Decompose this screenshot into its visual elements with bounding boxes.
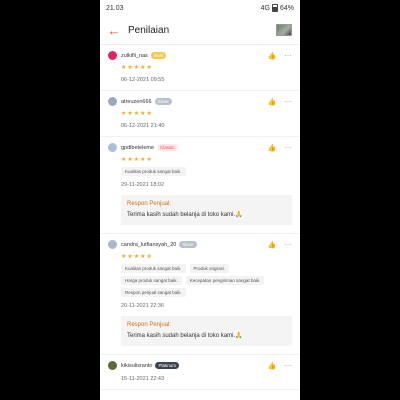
reviewer-name: zulkifli_nas (121, 52, 148, 59)
reviewer-name: atreuzen666 (121, 98, 152, 105)
like-icon[interactable]: 👍 (268, 52, 277, 60)
review-date: 20-11-2021 22:36 (121, 303, 165, 309)
app-header: ← Penilaian (100, 16, 300, 45)
member-badge: Silver (179, 241, 197, 248)
review-tag: Kualitas produk sangat baik. (121, 167, 186, 176)
battery-icon (271, 4, 278, 12)
seller-response-text: Terima kasih sudah belanja di toko kami.… (127, 212, 243, 218)
review-date: 06-12-2021 09:55 (121, 77, 165, 83)
network-indicator: 4G (260, 4, 270, 12)
avatar (108, 97, 117, 106)
review-tags: Kualitas produk sangat baik. Produk origi… (121, 264, 292, 297)
like-icon[interactable]: 👍 (268, 144, 277, 152)
review-list: zulkifli_nas Gold 👍 ⋯ ★★★★★ 06-12-2021 09:55 a… (100, 45, 300, 390)
review-date: 29-11-2021 18:02 (121, 182, 165, 188)
phone-screen: 21.03 4G 64% ← Penilaian zulkifli_nas Gol… (100, 0, 300, 400)
avatar (108, 51, 117, 60)
seller-response-title: Respon Penjual: (127, 322, 172, 328)
seller-response-text: Terima kasih sudah belanja di toko kami.… (127, 333, 243, 339)
like-icon[interactable]: 👍 (268, 98, 277, 106)
review-tag: Produk original. (189, 264, 229, 273)
member-badge: Silver (154, 98, 172, 105)
seller-response: Respon Penjual: Terima kasih sudah belanj… (121, 316, 292, 346)
member-badge: Classic (157, 144, 178, 151)
right-letterbox (300, 0, 400, 400)
review-tags: Kualitas produk sangat baik. (121, 167, 292, 176)
status-time: 21.03 (106, 4, 124, 12)
review-item: zulkifli_nas Gold 👍 ⋯ ★★★★★ 06-12-2021 09:55 (100, 45, 300, 91)
review-tag: Respon penjual sangat baik. (121, 288, 186, 297)
review-date: 15-11-2021 22:43 (121, 376, 165, 382)
more-options-icon[interactable]: ⋯ (285, 362, 293, 370)
review-item: kikisulisranto Platinum 👍 ⋯ 15-11-2021 22:43 (100, 355, 300, 390)
member-badge: Gold (150, 52, 167, 59)
left-letterbox (0, 0, 100, 400)
avatar (108, 143, 117, 152)
rating-stars: ★★★★★ (121, 111, 153, 117)
like-icon[interactable]: 👍 (268, 241, 277, 249)
review-date: 06-12-2021 21:40 (121, 123, 165, 129)
review-item: gpdibeteleme Classic 👍 ⋯ ★★★★★ Kualitas produ… (100, 137, 300, 234)
battery-level: 64% (279, 4, 294, 12)
member-badge: Platinum (155, 362, 179, 369)
rating-stars: ★★★★★ (121, 157, 153, 163)
avatar (108, 240, 117, 249)
reviewer-name: candra_lutfiansyah_20 (121, 241, 177, 248)
review-tag: Kecepatan pengiriman sangat baik. (185, 276, 265, 285)
rating-stars: ★★★★★ (121, 254, 153, 260)
back-arrow-icon[interactable]: ← (106, 22, 122, 38)
review-item: candra_lutfiansyah_20 Silver 👍 ⋯ ★★★★★ Kualit… (100, 234, 300, 355)
reviewer-name: gpdibeteleme (121, 144, 155, 151)
review-item: atreuzen666 Silver 👍 ⋯ ★★★★★ 06-12-2021 21:40 (100, 91, 300, 137)
review-tag: Kualitas produk sangat baik. (121, 264, 186, 273)
more-options-icon[interactable]: ⋯ (285, 52, 293, 60)
reviewer-name: kikisulisranto (121, 362, 153, 369)
product-thumbnail[interactable] (276, 24, 292, 36)
rating-stars: ★★★★★ (121, 65, 153, 71)
review-tag: Harga produk sangat baik. (121, 276, 182, 285)
like-icon[interactable]: 👍 (268, 362, 277, 370)
more-options-icon[interactable]: ⋯ (285, 144, 293, 152)
seller-response: Respon Penjual: Terima kasih sudah belanj… (121, 195, 292, 225)
status-bar: 21.03 4G 64% (100, 0, 300, 16)
seller-response-title: Respon Penjual: (127, 201, 172, 207)
avatar (108, 361, 117, 370)
more-options-icon[interactable]: ⋯ (285, 241, 293, 249)
more-options-icon[interactable]: ⋯ (285, 98, 293, 106)
page-title: Penilaian (128, 24, 170, 36)
